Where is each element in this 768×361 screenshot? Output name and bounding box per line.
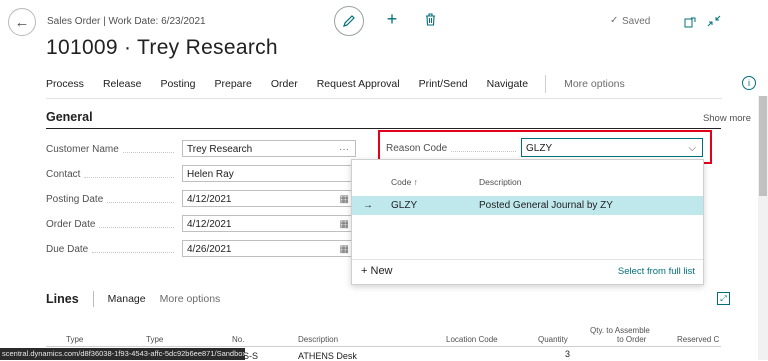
due-date-field[interactable]: 4/26/2021 ▦ [182, 240, 356, 257]
new-button[interactable]: + New [361, 265, 393, 277]
section-underline [46, 128, 721, 129]
action-order[interactable]: Order [271, 78, 298, 90]
arrow-left-icon: ← [14, 13, 30, 31]
reason-code-label: Reason Code [386, 143, 516, 154]
lines-more-options-button[interactable]: More options [160, 293, 221, 305]
action-request-approval[interactable]: Request Approval [317, 78, 400, 90]
action-bar: Process Release Posting Prepare Order Re… [46, 72, 722, 96]
plus-icon: + [361, 265, 368, 277]
customer-name-label: Customer Name [46, 144, 178, 155]
column-header-description[interactable]: Description [298, 335, 338, 344]
edit-button[interactable] [334, 6, 364, 36]
column-header-type[interactable]: Type [66, 335, 83, 344]
posting-date-label: Posting Date [46, 194, 178, 205]
expand-icon[interactable]: ⤢ [717, 292, 730, 305]
column-header-code[interactable]: Code ↑ [391, 177, 418, 187]
reason-code-field[interactable]: GLZY ⌵ [521, 138, 703, 157]
reason-code-lookup-dropdown: Code ↑ Description → GLZY Posted General… [351, 159, 704, 285]
back-button[interactable]: ← [8, 8, 36, 36]
action-navigate[interactable]: Navigate [487, 78, 528, 90]
table-header-divider [46, 346, 721, 347]
line-quantity-cell[interactable]: 3 [565, 349, 570, 359]
add-icon[interactable]: + [383, 9, 401, 29]
collapse-icon[interactable] [707, 14, 721, 32]
customer-name-field[interactable]: Trey Research ··· [182, 140, 356, 157]
column-header-type-2[interactable]: Type [146, 335, 163, 344]
action-release[interactable]: Release [103, 78, 142, 90]
chevron-down-icon[interactable]: ⌵ [688, 139, 696, 158]
info-icon[interactable]: i [742, 76, 756, 90]
column-header-location-code[interactable]: Location Code [446, 335, 498, 344]
column-header-qty-assemble[interactable]: Qty. to Assemble [590, 326, 650, 335]
lines-title[interactable]: Lines [46, 292, 79, 306]
delete-icon[interactable] [423, 10, 437, 28]
column-header-description[interactable]: Description [479, 177, 522, 187]
column-header-no[interactable]: No. [232, 335, 244, 344]
show-more-link[interactable]: Show more [703, 113, 751, 124]
page-title: 101009 · Trey Research [46, 36, 278, 59]
pencil-icon [343, 15, 355, 27]
order-date-label: Order Date [46, 219, 178, 230]
action-process[interactable]: Process [46, 78, 84, 90]
calendar-icon[interactable]: ▦ [340, 241, 349, 258]
contact-label: Contact [46, 169, 178, 180]
action-prepare[interactable]: Prepare [215, 78, 252, 90]
action-posting[interactable]: Posting [160, 78, 195, 90]
scrollbar-thumb[interactable] [759, 96, 767, 196]
due-date-label: Due Date [46, 244, 178, 255]
lookup-row-code: GLZY [391, 200, 418, 211]
lines-header: Lines Manage More options [46, 290, 220, 308]
breadcrumb: Sales Order | Work Date: 6/23/2021 [47, 16, 206, 27]
action-separator [545, 75, 547, 93]
section-general-title[interactable]: General [46, 110, 93, 124]
order-date-field[interactable]: 4/12/2021 ▦ [182, 215, 356, 232]
select-from-full-list-link[interactable]: Select from full list [618, 266, 695, 277]
saved-status: Saved [622, 16, 651, 27]
lookup-row-description: Posted General Journal by ZY [479, 200, 613, 211]
open-new-window-icon[interactable] [684, 15, 696, 33]
lookup-row[interactable]: → GLZY Posted General Journal by ZY [352, 196, 703, 215]
action-print-send[interactable]: Print/Send [419, 78, 468, 90]
lookup-ellipsis-icon[interactable]: ··· [339, 141, 349, 158]
dropdown-divider [352, 259, 703, 260]
lines-separator [92, 291, 94, 307]
calendar-icon[interactable]: ▦ [340, 191, 349, 208]
status-url-tooltip: scentral.dynamics.com/d8f36038-1f93-4543… [0, 348, 245, 360]
column-header-reserved[interactable]: Reserved C [677, 335, 719, 344]
divider [46, 98, 722, 99]
column-header-to-order: to Order [617, 335, 647, 344]
more-options-button[interactable]: More options [564, 78, 625, 90]
posting-date-field[interactable]: 4/12/2021 ▦ [182, 190, 356, 207]
column-header-quantity[interactable]: Quantity [538, 335, 568, 344]
manage-button[interactable]: Manage [108, 293, 146, 305]
row-arrow-icon: → [363, 200, 373, 211]
calendar-icon[interactable]: ▦ [340, 216, 349, 233]
contact-field[interactable]: Helen Ray [182, 165, 356, 182]
check-icon: ✓ [610, 15, 619, 26]
